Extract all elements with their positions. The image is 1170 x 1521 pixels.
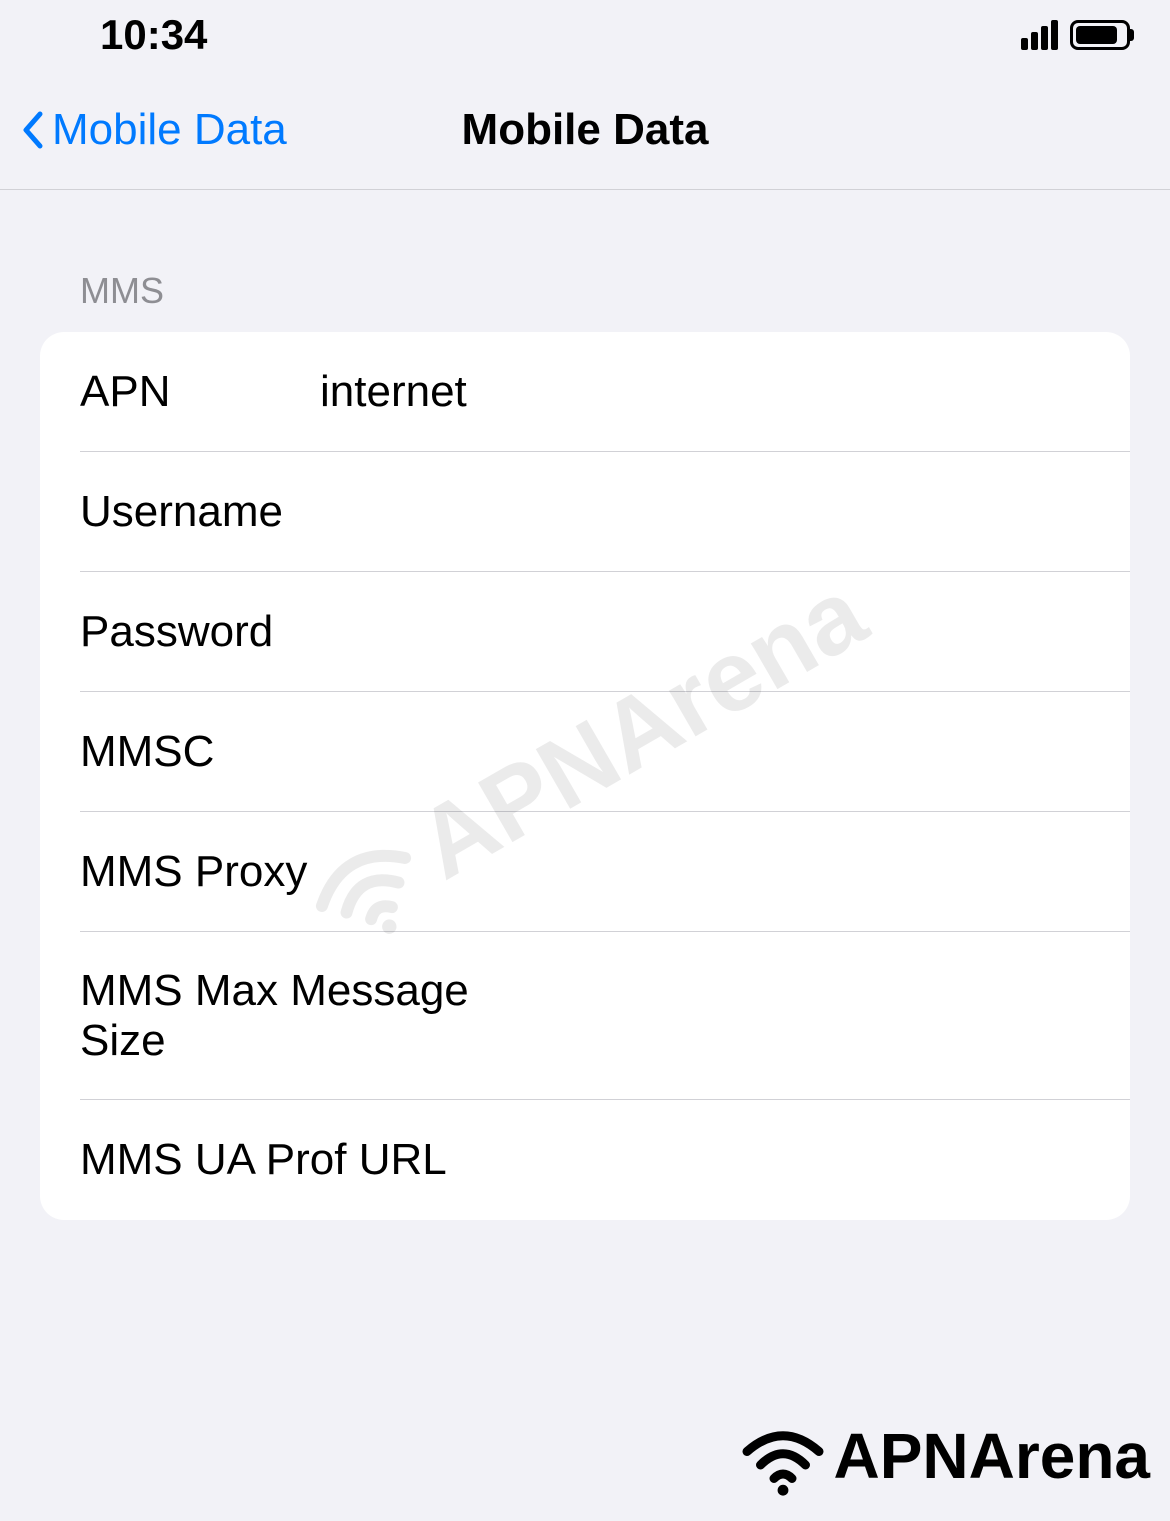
mms-settings-group: APN Username Password MMSC MMS Proxy MMS… <box>40 332 1130 1220</box>
battery-icon <box>1070 20 1130 50</box>
mms-max-size-input[interactable] <box>515 991 1090 1041</box>
mmsc-row[interactable]: MMSC <box>40 692 1130 812</box>
mms-proxy-label: MMS Proxy <box>80 847 307 897</box>
mmsc-input[interactable] <box>320 727 1090 777</box>
cellular-signal-icon <box>1021 20 1058 50</box>
section-header-mms: MMS <box>40 270 1130 332</box>
back-button[interactable]: Mobile Data <box>20 105 287 155</box>
chevron-left-icon <box>20 110 44 150</box>
mms-ua-prof-input[interactable] <box>447 1135 1090 1185</box>
username-input[interactable] <box>320 487 1090 537</box>
password-input[interactable] <box>320 607 1090 657</box>
mms-ua-prof-row[interactable]: MMS UA Prof URL <box>40 1100 1130 1220</box>
page-title: Mobile Data <box>462 105 709 155</box>
mms-ua-prof-label: MMS UA Prof URL <box>80 1135 447 1185</box>
apn-label: APN <box>80 367 320 417</box>
footer-text: APNArena <box>833 1419 1150 1493</box>
mmsc-label: MMSC <box>80 727 320 777</box>
username-row[interactable]: Username <box>40 452 1130 572</box>
mms-max-size-row[interactable]: MMS Max Message Size <box>40 932 1130 1100</box>
wifi-icon <box>738 1411 828 1501</box>
password-row[interactable]: Password <box>40 572 1130 692</box>
navigation-header: Mobile Data Mobile Data <box>0 70 1170 190</box>
mms-proxy-input[interactable] <box>307 847 1090 897</box>
apn-input[interactable] <box>320 367 1090 417</box>
status-bar: 10:34 <box>0 0 1170 70</box>
back-label: Mobile Data <box>52 105 287 155</box>
username-label: Username <box>80 487 320 537</box>
mms-max-size-label: MMS Max Message Size <box>80 966 515 1066</box>
password-label: Password <box>80 607 320 657</box>
status-indicators <box>1021 20 1130 50</box>
status-time: 10:34 <box>100 11 207 59</box>
mms-proxy-row[interactable]: MMS Proxy <box>40 812 1130 932</box>
content-area: MMS APN Username Password MMSC MMS Proxy <box>0 190 1170 1220</box>
apn-row[interactable]: APN <box>40 332 1130 452</box>
footer-logo: APNArena <box>738 1411 1150 1501</box>
